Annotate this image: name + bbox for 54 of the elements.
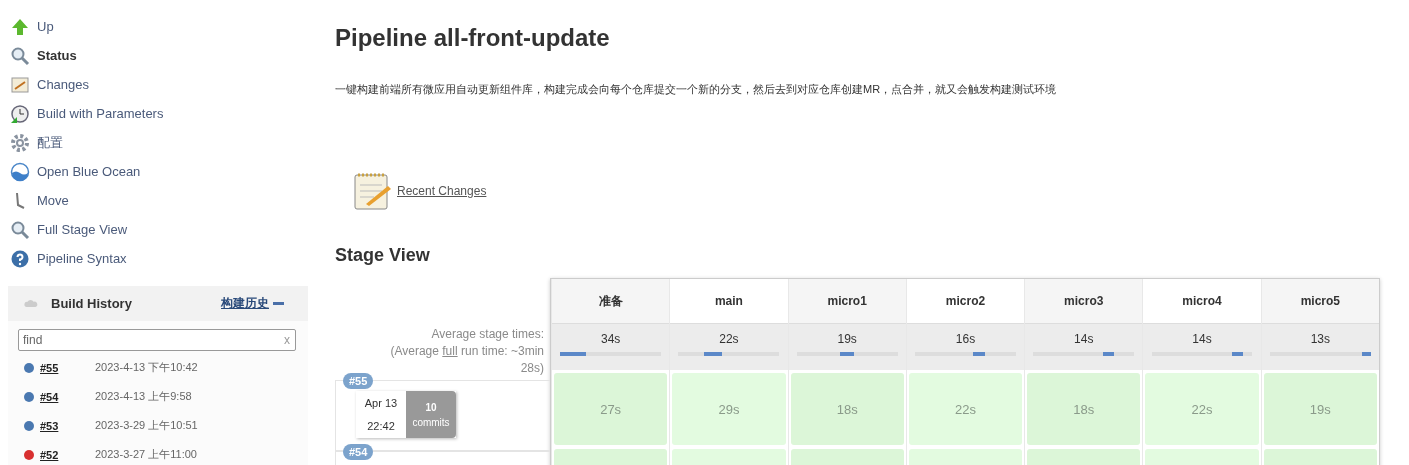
sidebar-link[interactable]: 配置 (37, 133, 63, 152)
build-link[interactable]: #55 (40, 361, 95, 374)
history-link[interactable]: 构建历史 (221, 295, 269, 312)
stage-average: 16s (955, 332, 976, 346)
section-title: Stage View (335, 245, 431, 266)
build-link[interactable]: #54 (40, 390, 95, 403)
build-link[interactable]: #52 (40, 448, 95, 461)
collapse-icon[interactable] (273, 302, 284, 305)
sidebar-link[interactable]: Move (37, 193, 69, 208)
description: 一键构建前端所有微应用自动更新组件库，构建完成会向每个仓库提交一个新的分支，然后去到对应仓库创建MR，点合并，就又会触发构建测试环境 (335, 82, 1058, 97)
sidebar-link[interactable]: Up (37, 19, 54, 34)
stage-average: 19s (837, 332, 857, 346)
sidebar-link[interactable]: Status (37, 48, 77, 63)
stage-average: 13s (1310, 332, 1330, 346)
sidebar-link[interactable]: Open Blue Ocean (37, 164, 141, 179)
sidebar-link[interactable]: Changes (37, 77, 90, 92)
run-time: 22:42 (367, 420, 395, 433)
build-time: 2023-4-13 上午9:58 (95, 389, 192, 404)
build-time: 2023-4-13 下午10:42 (95, 360, 198, 375)
timeline-segment (840, 352, 855, 356)
page-title: Pipeline all-front-update (335, 24, 611, 52)
ocean-icon (10, 161, 30, 182)
stage-average: 14s (1192, 332, 1212, 346)
timeline-segment (1361, 352, 1371, 356)
timeline-segment (703, 352, 722, 356)
build-time: 2023-3-29 上午10:51 (95, 418, 198, 433)
settings-icon (10, 132, 30, 153)
timeline-segment (1232, 352, 1244, 356)
cloud-icon (24, 299, 38, 308)
stage-header: micro1 (788, 279, 906, 323)
sidebar-link[interactable]: Build with Parameters (37, 106, 164, 121)
clock-icon (10, 103, 30, 124)
panel-title: Build History (51, 296, 133, 311)
sidebar-link[interactable]: Pipeline Syntax (37, 251, 127, 266)
stage-header: micro5 (1261, 279, 1379, 323)
stage-average: 22s (719, 332, 739, 346)
build-time: 2023-3-27 上午11:00 (95, 447, 197, 462)
stage-header: micro3 (1025, 279, 1143, 323)
search-icon (10, 45, 30, 66)
build-link[interactable]: #53 (40, 419, 95, 432)
search-icon (10, 219, 30, 240)
timeline-segment (560, 352, 587, 356)
stage-header: 准备 (552, 279, 670, 323)
run-date: Apr 13 (364, 396, 398, 409)
help-icon (10, 248, 30, 269)
recent-changes-link[interactable]: Recent Changes (397, 184, 487, 198)
average-run-time: (Average full run time: ~3min 28s) (389, 343, 544, 377)
timeline-segment (972, 352, 985, 356)
timeline-segment (1102, 352, 1114, 356)
stage-average: 14s (1074, 332, 1094, 346)
sidebar-link[interactable]: Full Stage View (37, 222, 128, 237)
average-label: Average stage times: (430, 326, 544, 343)
notepad-icon (10, 74, 30, 95)
stage-average: 34s (600, 332, 621, 346)
